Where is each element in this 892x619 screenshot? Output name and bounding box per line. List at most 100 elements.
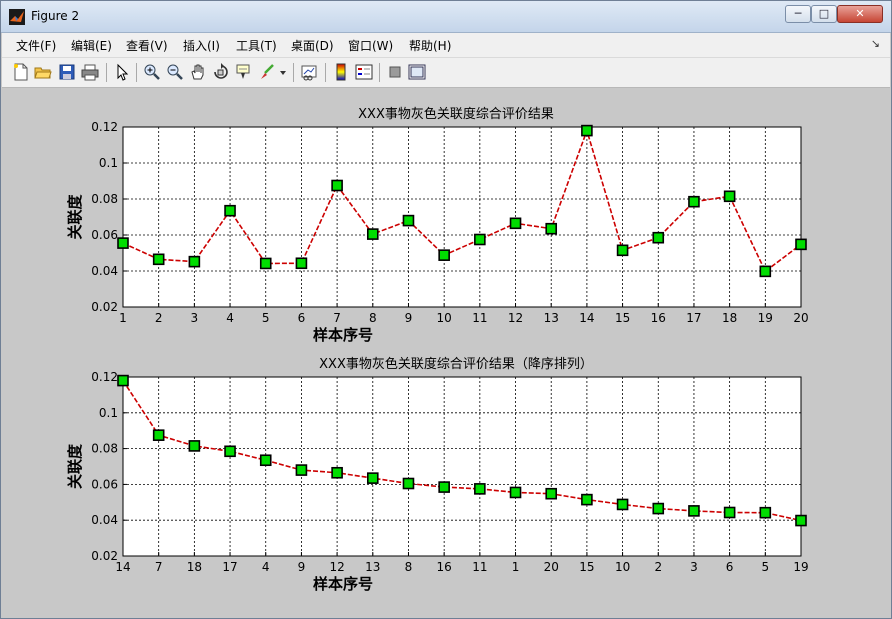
- brush-dropdown-icon[interactable]: [278, 63, 288, 81]
- chart1-data-point: [509, 217, 522, 230]
- chart1-x-tick-label: 19: [758, 311, 773, 325]
- chart2-data-point: [545, 487, 558, 500]
- chart2-axes-background: [123, 377, 801, 556]
- chart2-data-point: [474, 483, 486, 495]
- chart1-data-point: [152, 253, 165, 266]
- chart2-data-point: [331, 466, 343, 479]
- chart1-x-tick-label: 8: [369, 311, 377, 325]
- chart2-data-point: [366, 472, 379, 484]
- chart2-x-tick-label: 20: [544, 560, 559, 574]
- print-icon[interactable]: [81, 63, 99, 81]
- menubar-dock-arrow-icon[interactable]: ↘: [871, 37, 880, 50]
- toolbar-separator: [379, 63, 380, 82]
- chart2-x-tick-label: 12: [329, 560, 344, 574]
- chart1-x-tick-label: 3: [191, 311, 199, 325]
- chart1-data-point: [224, 204, 236, 217]
- chart1-data-point: [723, 190, 736, 203]
- chart1-x-tick-label: 12: [508, 311, 523, 325]
- chart2-x-tick-label: 5: [761, 560, 769, 574]
- maximize-button[interactable]: □: [811, 5, 837, 23]
- pointer-icon[interactable]: [113, 63, 131, 81]
- chart2-x-tick-label: 8: [405, 560, 413, 574]
- chart2-x-tick-label: 3: [690, 560, 698, 574]
- hide-plot-tools-icon[interactable]: [386, 63, 404, 81]
- close-button[interactable]: ✕: [837, 5, 883, 23]
- chart2-x-tick-label: 19: [793, 560, 808, 574]
- chart1-data-point: [652, 231, 665, 244]
- menu-help[interactable]: 帮助(H): [409, 37, 451, 54]
- menu-desktop[interactable]: 桌面(D): [291, 37, 334, 54]
- chart1-x-tick-label: 6: [298, 311, 306, 325]
- chart2-data-point: [259, 454, 272, 467]
- chart2-x-tick-label: 10: [615, 560, 630, 574]
- new-figure-icon[interactable]: [12, 63, 30, 81]
- chart2-x-tick-label: 13: [365, 560, 380, 574]
- matlab-logo-icon: [9, 9, 25, 25]
- figure-canvas: 1 2 3 4 5 6 7 8 9 10 11 12 13 14 15 16 17 18 19 20 0.02 0.04 0…: [7, 89, 885, 613]
- chart1-y-tick-label: 0.06: [91, 228, 118, 242]
- chart2-y-axis-label: 关联度: [66, 443, 84, 489]
- chart1-x-tick-label: 11: [472, 311, 487, 325]
- chart1-x-tick-label: 18: [722, 311, 737, 325]
- chart1-y-tick-label: 0.02: [91, 300, 118, 314]
- brush-icon[interactable]: [258, 63, 276, 81]
- chart2-y-tick-label: 0.06: [91, 477, 118, 491]
- menu-tools[interactable]: 工具(T): [236, 37, 277, 54]
- chart2-data-point: [117, 374, 129, 387]
- chart2-y-tick-label: 0.02: [91, 549, 118, 563]
- rotate-3d-icon[interactable]: [212, 63, 230, 81]
- chart2-x-tick-label: 15: [579, 560, 594, 574]
- menu-insert[interactable]: 插入(I): [183, 37, 220, 54]
- chart2-x-tick-label: 18: [187, 560, 202, 574]
- chart1-x-tick-label: 10: [437, 311, 452, 325]
- chart1-x-tick-label: 17: [686, 311, 701, 325]
- chart2-x-tick-label: 16: [437, 560, 452, 574]
- chart1-x-tick-label: 1: [119, 311, 127, 325]
- zoom-out-icon[interactable]: [166, 63, 184, 81]
- pan-hand-icon[interactable]: [189, 63, 207, 81]
- data-cursor-icon[interactable]: [235, 63, 253, 81]
- zoom-in-icon[interactable]: [143, 63, 161, 81]
- menu-bar: 文件(F) 编辑(E) 查看(V) 插入(I) 工具(T) 桌面(D) 窗口(W…: [2, 33, 890, 58]
- chart1-data-point: [474, 233, 486, 246]
- save-icon[interactable]: [58, 63, 76, 81]
- chart1-data-point: [759, 265, 772, 278]
- chart2-y-tick-label: 0.12: [91, 370, 118, 384]
- chart2-data-point: [509, 486, 522, 499]
- chart1-x-axis-label: 样本序号: [313, 326, 373, 344]
- link-plot-icon[interactable]: [300, 63, 318, 81]
- chart1-x-tick-label: 4: [226, 311, 234, 325]
- chart1-y-tick-label: 0.08: [91, 192, 118, 206]
- chart1-x-tick-label: 7: [333, 311, 341, 325]
- chart1-x-tick-label: 13: [544, 311, 559, 325]
- legend-icon[interactable]: [355, 63, 373, 81]
- chart2-x-tick-label: 9: [298, 560, 306, 574]
- chart2-data-point: [152, 429, 165, 441]
- show-plot-tools-icon[interactable]: [408, 63, 426, 81]
- chart1-x-tick-label: 9: [405, 311, 413, 325]
- minimize-button[interactable]: ─: [785, 5, 811, 23]
- chart1-x-tick-label: 16: [651, 311, 666, 325]
- chart1-x-tick-label: 2: [155, 311, 163, 325]
- toolbar-separator: [293, 63, 294, 82]
- chart2-data-point: [616, 498, 629, 511]
- chart1-y-tick-label: 0.04: [91, 264, 118, 278]
- menu-edit[interactable]: 编辑(E): [71, 37, 112, 54]
- title-bar[interactable]: Figure 2 ─ □ ✕: [1, 1, 891, 33]
- chart2-data-point: [795, 514, 807, 527]
- chart2-data-point: [295, 464, 308, 476]
- figure-window: Figure 2 ─ □ ✕ 文件(F) 编辑(E) 查看(V) 插入(I) 工…: [0, 0, 892, 619]
- menu-window[interactable]: 窗口(W): [348, 37, 393, 54]
- chart2-y-tick-label: 0.08: [91, 442, 118, 456]
- colorbar-icon[interactable]: [332, 63, 350, 81]
- chart2-data-point: [652, 502, 665, 515]
- chart2-data-point: [188, 440, 201, 452]
- chart1-data-point: [688, 195, 700, 208]
- open-file-icon[interactable]: [34, 63, 52, 81]
- chart2-data-point: [688, 505, 700, 517]
- menu-view[interactable]: 查看(V): [126, 37, 168, 54]
- chart1-title: XXX事物灰色关联度综合评价结果: [358, 106, 554, 122]
- menu-file[interactable]: 文件(F): [16, 37, 56, 54]
- chart2-data-point: [581, 493, 593, 506]
- chart1-data-point: [331, 179, 343, 192]
